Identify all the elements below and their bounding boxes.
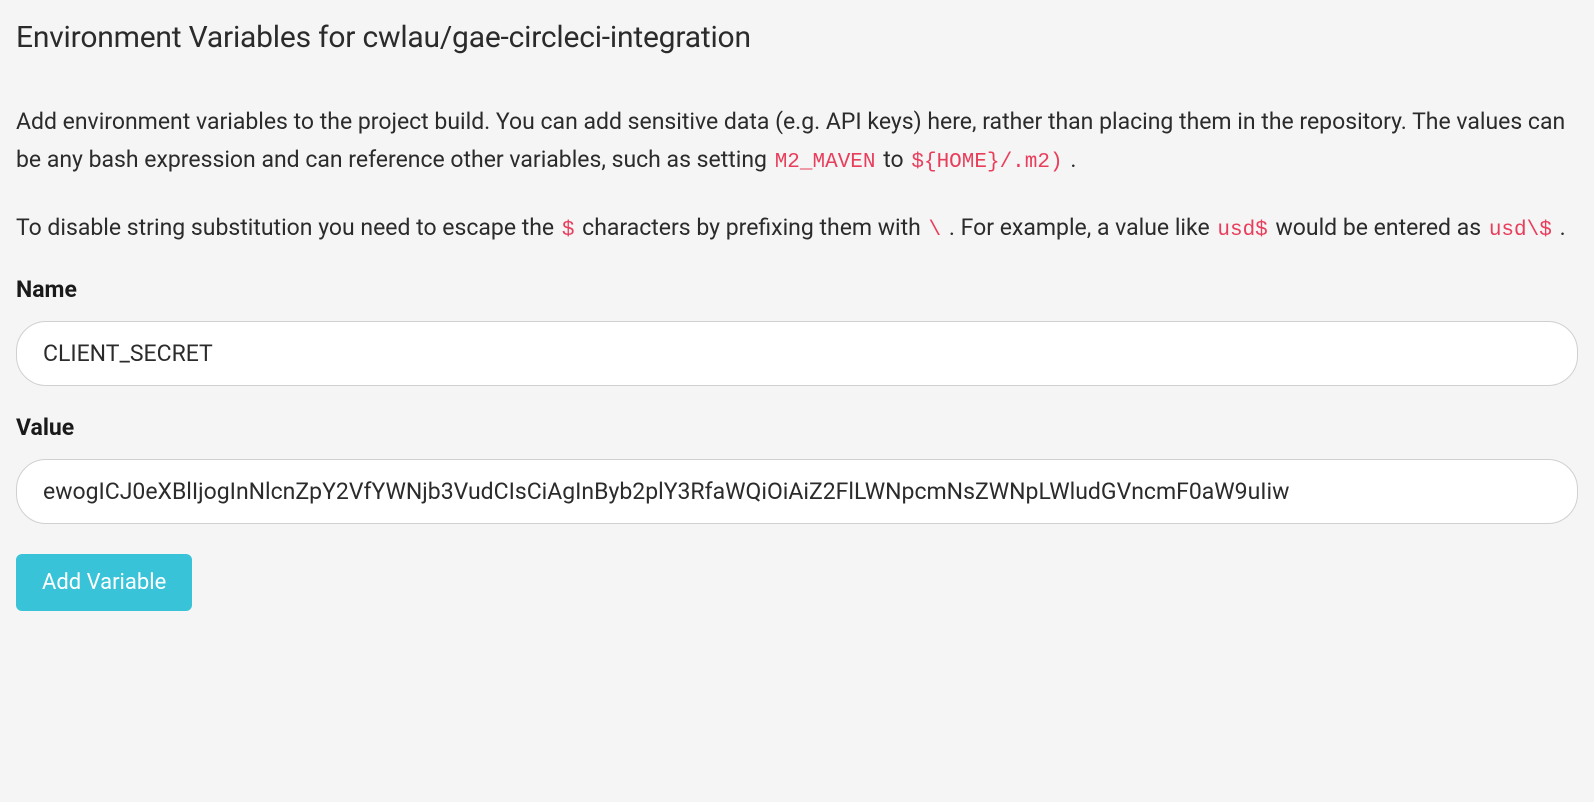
description-text: characters by prefixing them with [582,214,926,241]
description-text: to [883,146,909,173]
name-label: Name [16,276,1578,303]
code-home-m2: ${HOME}/.m2) [909,151,1064,174]
description-paragraph-2: To disable string substitution you need … [16,209,1578,249]
code-usd-escaped: usd\$ [1487,219,1554,242]
description-paragraph-1: Add environment variables to the project… [16,103,1578,181]
value-label: Value [16,414,1578,441]
description-text: . [1070,146,1076,173]
add-variable-button[interactable]: Add Variable [16,554,192,611]
description-text: would be entered as [1276,214,1487,241]
description-text: . For example, a value like [949,214,1215,241]
page-title: Environment Variables for cwlau/gae-circ… [16,20,1578,55]
code-m2-maven: M2_MAVEN [773,151,878,174]
code-usd-dollar: usd$ [1215,219,1269,242]
description-text: . [1560,214,1566,241]
value-input[interactable] [16,459,1578,524]
code-backslash: \ [927,219,944,242]
description-text: To disable string substitution you need … [16,214,560,241]
code-dollar: $ [560,219,577,242]
name-input[interactable] [16,321,1578,386]
